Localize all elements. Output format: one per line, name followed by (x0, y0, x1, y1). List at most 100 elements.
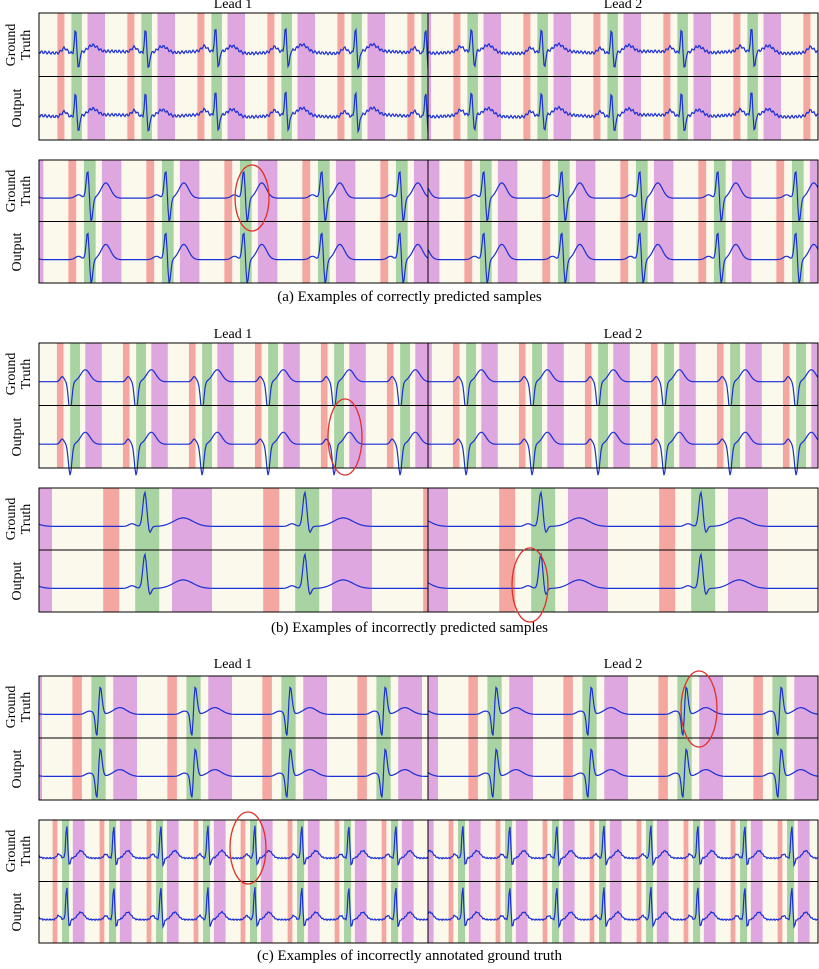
panel-10-seg (811, 343, 818, 406)
panel-6-seg (464, 160, 473, 222)
panel-8-seg (320, 343, 328, 406)
panel-23-seg (495, 881, 501, 943)
panel-21-seg (287, 881, 293, 943)
panel-18-seg (794, 676, 818, 738)
panel-11-seg (481, 405, 498, 468)
panel-20-seg (99, 820, 105, 882)
panel-1-seg (157, 76, 175, 140)
panel-19-seg (753, 738, 763, 800)
panel-23-seg (542, 881, 548, 943)
panel-23-seg (656, 881, 669, 943)
panel-22-seg (703, 820, 716, 882)
panel-22-seg (609, 820, 622, 882)
panel-16-seg (262, 676, 272, 738)
panel-22-seg (683, 820, 689, 882)
panel-19-seg (428, 738, 438, 800)
panel-20-seg (72, 820, 85, 882)
panel-7-seg (698, 221, 707, 283)
panel-5-seg (380, 221, 389, 283)
panel-3-seg (663, 76, 671, 140)
panel-19-seg (563, 738, 573, 800)
panel-0-seg (57, 13, 65, 77)
panel-3-seg (733, 76, 741, 140)
panel-8-seg (415, 343, 428, 406)
panel-7-seg (776, 221, 785, 283)
panel-18-seg (658, 676, 668, 738)
panel-20-seg (213, 820, 226, 882)
panel-12-seg (423, 488, 428, 550)
panel-3-seg (803, 76, 811, 140)
panel-13-seg (263, 550, 280, 612)
panel-13-seg (39, 550, 52, 612)
panel-5-seg (68, 221, 77, 283)
panel-17-seg (208, 738, 232, 800)
panel-20-seg (52, 820, 58, 882)
panel-11-seg (811, 405, 818, 468)
panel-19-seg (699, 738, 723, 800)
panel-9-seg (386, 405, 394, 468)
panel-22-seg (515, 820, 528, 882)
panel-21-seg (99, 881, 105, 943)
panel-21-seg (146, 881, 152, 943)
panel-23-seg (750, 881, 763, 943)
panel-2-seg (523, 13, 531, 77)
panel-8-seg (85, 343, 102, 406)
panel-3-seg (593, 76, 601, 140)
panel-2-seg (733, 13, 741, 77)
panel-18-seg (699, 676, 723, 738)
panel-4-seg (380, 160, 389, 222)
panel-17-seg (262, 738, 272, 800)
panel-8-seg (56, 343, 64, 406)
panel-10-seg (481, 343, 498, 406)
panel-4-seg (302, 160, 311, 222)
panel-21-bg (39, 881, 428, 943)
panel-21-seg (72, 881, 85, 943)
panel-9-seg (254, 405, 262, 468)
panel-10-seg (547, 343, 564, 406)
panel-10-seg (452, 343, 460, 406)
panel-21-seg (381, 881, 387, 943)
panel-7-seg (464, 221, 473, 283)
panel-22-seg (656, 820, 669, 882)
panel-17-seg (357, 738, 367, 800)
panel-17-seg (398, 738, 422, 800)
panel-9-seg (217, 405, 234, 468)
panel-8-seg (254, 343, 262, 406)
panel-4-bg (39, 160, 428, 222)
panel-20-seg (287, 820, 293, 882)
panel-23-seg (589, 881, 595, 943)
panel-13-seg (103, 550, 120, 612)
panel-14-seg (428, 488, 448, 550)
panel-6-seg (698, 160, 707, 222)
panel-16-seg (72, 676, 82, 738)
panel-19-seg (658, 738, 668, 800)
panel-4-seg (39, 160, 44, 222)
panel-8-seg (151, 343, 168, 406)
panel-15-seg (499, 550, 516, 612)
panel-18-seg (468, 676, 478, 738)
panel-13-seg (423, 550, 428, 612)
panel-17-seg (72, 738, 82, 800)
panel-12-seg (39, 488, 52, 550)
panel-2-seg (483, 13, 501, 77)
panel-23-seg (468, 881, 481, 943)
ecg-panels (38, 12, 819, 944)
panel-6-seg (542, 160, 551, 222)
panel-22-seg (777, 820, 783, 882)
panel-15-seg (659, 550, 676, 612)
panel-20-seg (240, 820, 246, 882)
panel-21-seg (307, 881, 320, 943)
panel-11-seg (613, 405, 630, 468)
panel-22-seg (750, 820, 763, 882)
panel-5-seg (39, 221, 44, 283)
panel-3-seg (693, 76, 711, 140)
panel-11-seg (452, 405, 460, 468)
panel-7-seg (542, 221, 551, 283)
panel-16-seg (303, 676, 327, 738)
panel-19-seg (794, 738, 818, 800)
panel-19-seg (468, 738, 478, 800)
panel-23-seg (730, 881, 736, 943)
panel-0-seg (127, 13, 135, 77)
panel-20-bg (39, 820, 428, 882)
panel-14-seg (499, 488, 516, 550)
